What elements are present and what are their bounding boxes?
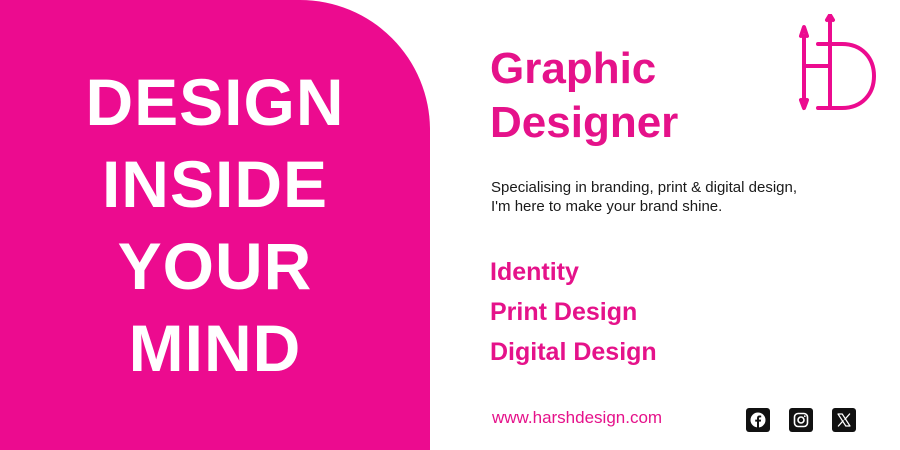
service-print-design: Print Design [490, 298, 638, 326]
job-title: Graphic Designer [490, 42, 678, 150]
headline-line-2: INSIDE [101, 147, 329, 221]
facebook-icon[interactable] [746, 408, 770, 432]
job-title-line-2: Designer [490, 98, 679, 147]
service-identity: Identity [490, 258, 579, 286]
headline-line-4: MIND [128, 311, 302, 385]
tagline: Specialising in branding, print & digita… [491, 178, 871, 216]
job-title-line-1: Graphic [490, 44, 657, 93]
headline-line-3: YOUR [117, 229, 313, 303]
social-links [746, 408, 856, 432]
headline-line-1: DESIGN [85, 65, 345, 139]
tagline-line-1: Specialising in branding, print & digita… [491, 179, 798, 196]
service-digital-design: Digital Design [490, 338, 657, 366]
instagram-icon[interactable] [789, 408, 813, 432]
hd-monogram-icon [796, 13, 882, 114]
x-icon[interactable] [832, 408, 856, 432]
services-list: Identity Print Design Digital Design [490, 252, 657, 372]
tagline-line-2: I'm here to make your brand shine. [491, 198, 723, 215]
headline: DESIGN INSIDE YOUR MIND [0, 0, 430, 450]
website-link[interactable]: www.harshdesign.com [492, 408, 662, 428]
